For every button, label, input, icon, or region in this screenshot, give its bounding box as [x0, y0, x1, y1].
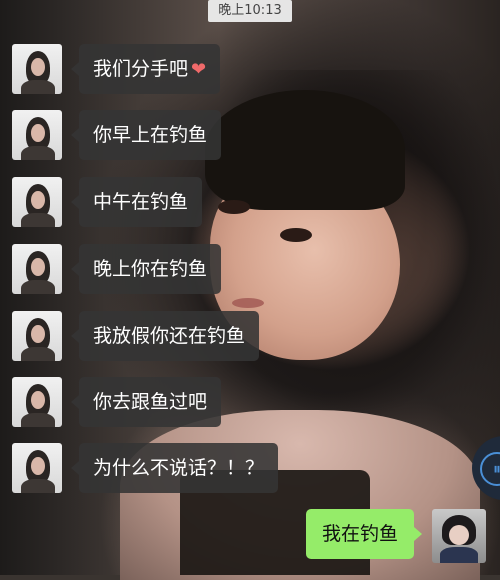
background-eye-left: [218, 200, 250, 214]
avatar-face: [31, 457, 45, 475]
contact-avatar[interactable]: [12, 311, 62, 361]
message-text: 为什么不说话？！？: [93, 457, 265, 479]
avatar-body: [21, 413, 55, 427]
avatar-body: [21, 347, 55, 361]
background-bangs: [205, 90, 405, 210]
message-text: 你早上在钓鱼: [93, 124, 208, 146]
avatar-face: [31, 325, 45, 343]
heart-icon: ❤: [191, 59, 207, 80]
avatar-body: [21, 280, 55, 294]
my-message-bubble[interactable]: 我在钓鱼: [306, 509, 423, 559]
my-avatar[interactable]: [432, 509, 486, 563]
media-icon: ⏸: [480, 452, 500, 486]
message-text: 你去跟鱼过吧: [93, 391, 208, 413]
message-text: 晚上你在钓鱼: [93, 258, 208, 280]
contact-avatar[interactable]: [12, 110, 62, 160]
avatar-face: [31, 258, 45, 276]
avatar-face: [449, 525, 469, 545]
avatar-face: [31, 58, 45, 76]
message-bubble[interactable]: 你去跟鱼过吧: [70, 377, 222, 427]
message-bubble[interactable]: 我放假你还在钓鱼: [70, 311, 260, 361]
message-bubble[interactable]: 我们分手吧 ❤: [70, 44, 221, 94]
message-bubble[interactable]: 中午在钓鱼: [70, 177, 203, 227]
message-bubble[interactable]: 你早上在钓鱼: [70, 110, 222, 160]
message-text: 我们分手吧: [93, 58, 189, 80]
avatar-body: [21, 479, 55, 493]
background-eye-right: [280, 228, 312, 242]
contact-avatar[interactable]: [12, 443, 62, 493]
message-bubble[interactable]: 为什么不说话？！？: [70, 443, 279, 493]
avatar-face: [31, 191, 45, 209]
contact-avatar[interactable]: [12, 177, 62, 227]
avatar-body: [21, 80, 55, 94]
message-text: 我放假你还在钓鱼: [93, 325, 246, 347]
contact-avatar[interactable]: [12, 244, 62, 294]
avatar-body: [21, 146, 55, 160]
background-lips: [232, 298, 264, 308]
avatar-face: [31, 124, 45, 142]
message-bubble[interactable]: 晚上你在钓鱼: [70, 244, 222, 294]
contact-avatar[interactable]: [12, 44, 62, 94]
avatar-body: [440, 547, 478, 563]
avatar-face: [31, 391, 45, 409]
chat-timestamp: 晚上10:13: [208, 0, 292, 22]
message-text: 中午在钓鱼: [93, 191, 189, 213]
contact-avatar[interactable]: [12, 377, 62, 427]
avatar-body: [21, 213, 55, 227]
my-message-text: 我在钓鱼: [322, 523, 399, 545]
